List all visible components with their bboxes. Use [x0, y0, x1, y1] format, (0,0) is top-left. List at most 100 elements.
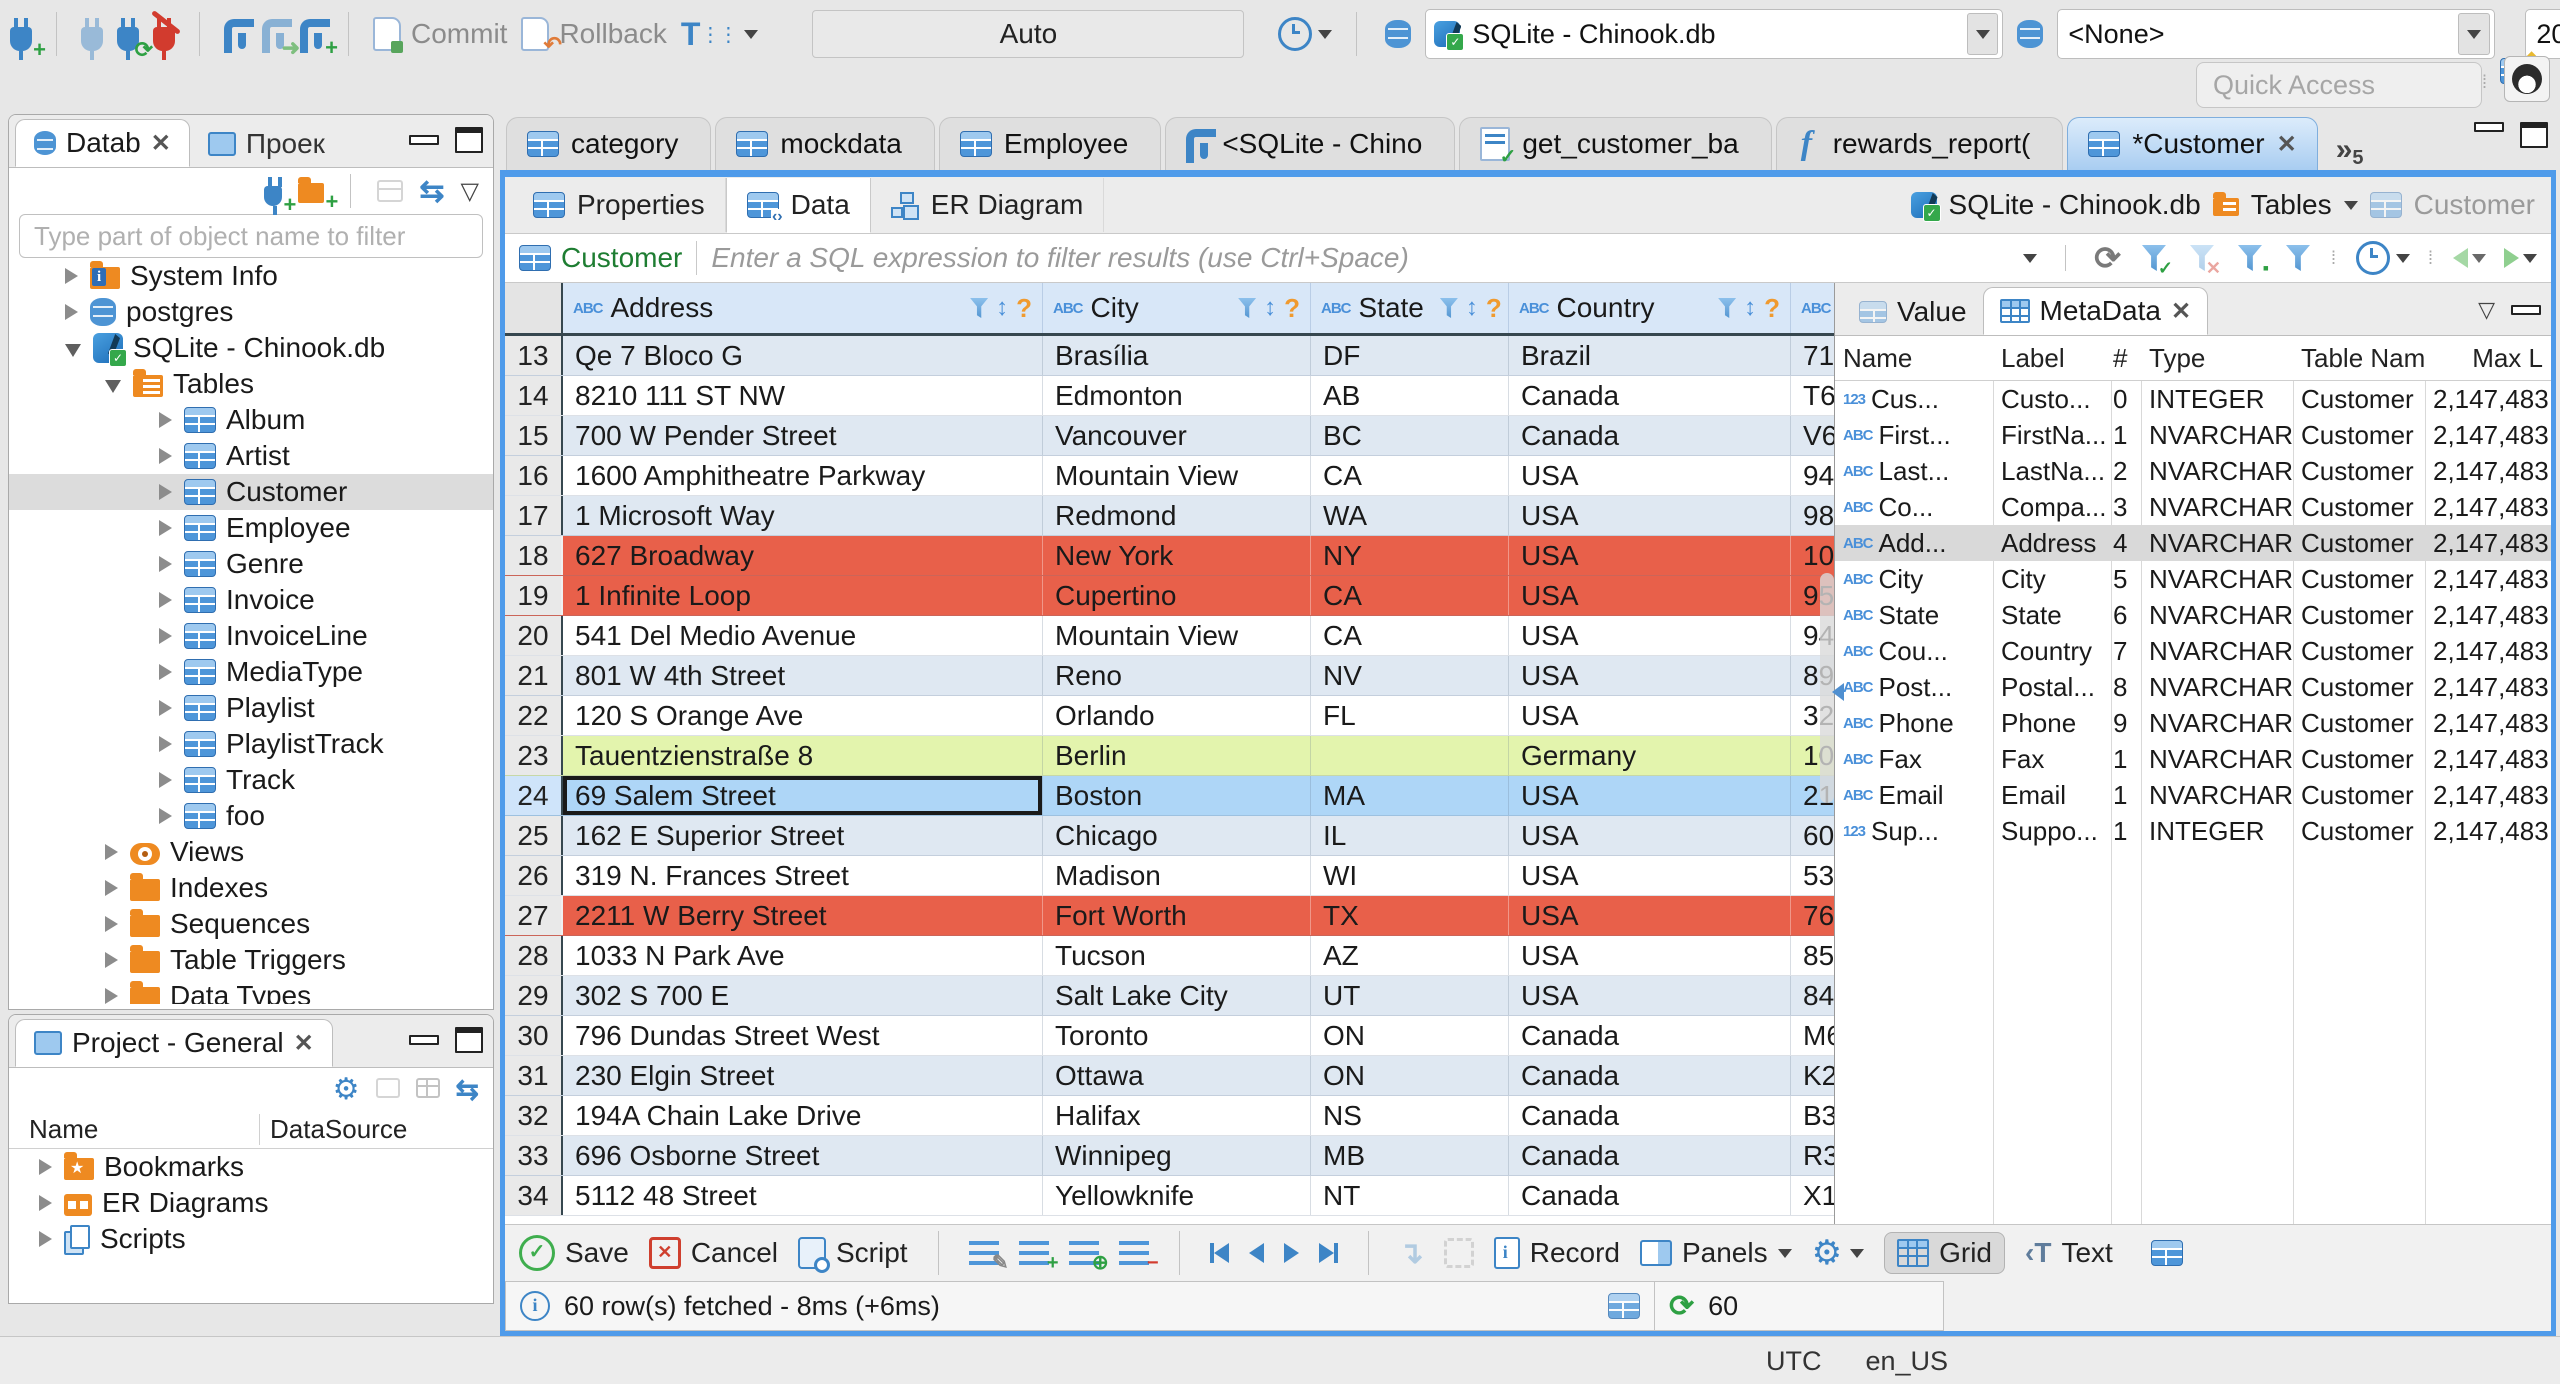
- editor-tab[interactable]: <SQLite - Chino: [1165, 117, 1456, 170]
- metadata-row[interactable]: ABC Co... Compa... 3 NVARCHAR Customer 2,…: [1835, 489, 2551, 525]
- metadata-row[interactable]: ABC Phone Phone 9 NVARCHAR Customer 2,147…: [1835, 705, 2551, 741]
- row-number-cell[interactable]: 27: [505, 896, 563, 935]
- tree-item[interactable]: postgres: [9, 294, 493, 330]
- country-cell[interactable]: USA: [1509, 656, 1791, 695]
- country-cell[interactable]: USA: [1509, 936, 1791, 975]
- sql-history-icon[interactable]: [1278, 17, 1333, 51]
- dbeaver-perspective-icon[interactable]: [2504, 56, 2550, 102]
- postalcode-cell[interactable]: X1: [1791, 1176, 1834, 1215]
- nav-forward-icon[interactable]: [2504, 248, 2537, 268]
- country-cell[interactable]: USA: [1509, 696, 1791, 735]
- city-cell[interactable]: Tucson: [1043, 936, 1311, 975]
- metadata-row[interactable]: 123 Cus... Custo... 0 INTEGER Customer 2,…: [1835, 381, 2551, 417]
- address-cell[interactable]: 1033 N Park Ave: [563, 936, 1043, 975]
- state-cell[interactable]: CA: [1311, 456, 1509, 495]
- expand-arrow-icon[interactable]: [105, 880, 118, 896]
- city-cell[interactable]: Edmonton: [1043, 376, 1311, 415]
- collapse-all-icon[interactable]: [377, 180, 404, 202]
- city-cell[interactable]: Halifax: [1043, 1096, 1311, 1135]
- postalcode-cell[interactable]: K2: [1791, 1056, 1834, 1095]
- record-button[interactable]: Record: [1493, 1237, 1620, 1269]
- project-tree-item[interactable]: Scripts: [9, 1221, 493, 1257]
- country-cell[interactable]: USA: [1509, 456, 1791, 495]
- quick-access-field[interactable]: Quick Access: [2196, 62, 2482, 108]
- country-cell[interactable]: USA: [1509, 776, 1791, 815]
- settings-button[interactable]: ⚙: [1812, 1233, 1865, 1273]
- expand-arrow-icon[interactable]: [159, 772, 172, 788]
- database-select[interactable]: [1425, 9, 2004, 59]
- row-number-cell[interactable]: 33: [505, 1136, 563, 1175]
- schema-select[interactable]: [2057, 9, 2496, 59]
- maximize-icon[interactable]: [455, 127, 483, 153]
- row-number-cell[interactable]: 24: [505, 776, 563, 815]
- chevron-down-icon[interactable]: [2343, 200, 2358, 210]
- expand-arrow-icon[interactable]: [159, 412, 172, 428]
- transaction-auto-select[interactable]: Auto: [812, 10, 1245, 58]
- add-row-icon[interactable]: +: [1018, 1241, 1059, 1273]
- editor-subtab[interactable]: Data: [725, 177, 871, 233]
- postalcode-cell[interactable]: 53: [1791, 856, 1834, 895]
- postalcode-cell[interactable]: M6: [1791, 1016, 1834, 1055]
- commit-button[interactable]: Commit: [373, 17, 507, 53]
- tree-item[interactable]: foo: [9, 798, 493, 834]
- address-cell[interactable]: 700 W Pender Street: [563, 416, 1043, 455]
- close-icon[interactable]: ✕: [2171, 297, 2191, 326]
- delete-row-icon[interactable]: −: [1118, 1241, 1159, 1273]
- city-cell[interactable]: Fort Worth: [1043, 896, 1311, 935]
- country-cell[interactable]: Canada: [1509, 1056, 1791, 1095]
- state-cell[interactable]: TX: [1311, 896, 1509, 935]
- expand-arrow-icon[interactable]: [159, 520, 172, 536]
- expand-arrow-icon[interactable]: [65, 268, 78, 284]
- tree-item[interactable]: System Info: [9, 258, 493, 294]
- country-cell[interactable]: Canada: [1509, 1176, 1791, 1215]
- previous-row-icon[interactable]: [1248, 1243, 1264, 1263]
- postalcode-cell[interactable]: R3: [1791, 1136, 1834, 1175]
- expand-arrow-icon[interactable]: [105, 952, 118, 968]
- state-cell[interactable]: WA: [1311, 496, 1509, 535]
- row-number-cell[interactable]: 20: [505, 616, 563, 655]
- metadata-row[interactable]: ABC Fax Fax 1 NVARCHAR Customer 2,147,483: [1835, 741, 2551, 777]
- expand-arrow-icon[interactable]: [105, 916, 118, 932]
- sort-icon[interactable]: ↕: [1264, 294, 1276, 322]
- rollback-button[interactable]: Rollback: [521, 17, 667, 51]
- tree-item[interactable]: Tables: [9, 366, 493, 402]
- postalcode-cell[interactable]: 76: [1791, 896, 1834, 935]
- tab-project-general[interactable]: Project - General ✕: [15, 1019, 333, 1067]
- country-cell[interactable]: USA: [1509, 496, 1791, 535]
- expand-arrow-icon[interactable]: [159, 592, 172, 608]
- address-cell[interactable]: 69 Salem Street: [563, 776, 1043, 815]
- row-number-cell[interactable]: 29: [505, 976, 563, 1015]
- tree-item[interactable]: Track: [9, 762, 493, 798]
- nav-new-connection-icon[interactable]: +: [264, 176, 296, 215]
- maximize-icon[interactable]: [2520, 122, 2548, 148]
- country-cell[interactable]: Canada: [1509, 1096, 1791, 1135]
- postalcode-cell[interactable]: V6: [1791, 416, 1834, 455]
- maximize-icon[interactable]: [455, 1027, 483, 1053]
- meta-col-name[interactable]: Name: [1835, 343, 1993, 374]
- city-cell[interactable]: Reno: [1043, 656, 1311, 695]
- editor-tab[interactable]: rewards_report(: [1775, 117, 2064, 170]
- row-number-cell[interactable]: 14: [505, 376, 563, 415]
- object-filter-input[interactable]: [32, 219, 470, 253]
- metadata-row[interactable]: 123 Sup... Suppo... 1 INTEGER Customer 2,…: [1835, 813, 2551, 849]
- link-with-editor-icon[interactable]: ⇆: [419, 174, 444, 209]
- tree-item[interactable]: Data Types: [9, 978, 493, 1004]
- open-sql-script-icon[interactable]: ➜: [262, 19, 300, 59]
- state-cell[interactable]: NT: [1311, 1176, 1509, 1215]
- postalcode-cell[interactable]: B3: [1791, 1096, 1834, 1135]
- city-cell[interactable]: New York: [1043, 536, 1311, 575]
- row-number-cell[interactable]: 21: [505, 656, 563, 695]
- panels-button[interactable]: Panels: [1639, 1237, 1792, 1269]
- expand-arrow-icon[interactable]: [39, 1231, 52, 1247]
- new-sql-editor-icon[interactable]: +: [300, 19, 338, 59]
- tree-item[interactable]: Employee: [9, 510, 493, 546]
- row-number-cell[interactable]: 13: [505, 336, 563, 375]
- state-cell[interactable]: MB: [1311, 1136, 1509, 1175]
- metadata-row[interactable]: ABC Email Email 1 NVARCHAR Customer 2,147…: [1835, 777, 2551, 813]
- city-cell[interactable]: Orlando: [1043, 696, 1311, 735]
- tree-item[interactable]: Genre: [9, 546, 493, 582]
- duplicate-row-icon[interactable]: ⊕: [1068, 1241, 1109, 1273]
- grid-view-button[interactable]: Grid: [1884, 1232, 2005, 1274]
- refresh-icon[interactable]: ⟳: [2094, 239, 2121, 277]
- tree-item[interactable]: PlaylistTrack: [9, 726, 493, 762]
